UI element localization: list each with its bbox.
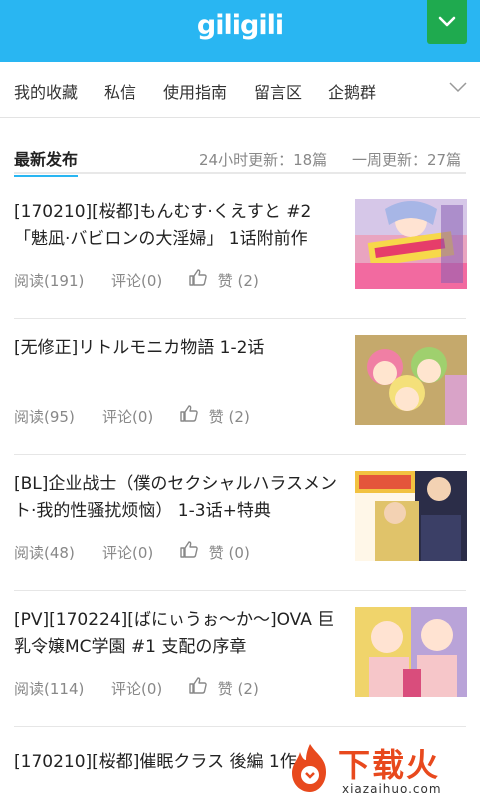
- watermark-url: xiazaihuo.com: [342, 782, 442, 796]
- post-title[interactable]: [无修正]リトルモニカ物語 1-2话: [14, 335, 344, 391]
- comment-count[interactable]: 评论(0): [111, 270, 189, 291]
- read-count: 阅读(114): [14, 679, 85, 698]
- read-count: 阅读(191): [14, 271, 85, 290]
- watermark-text: 下载火: [338, 746, 441, 784]
- stat-24h: 24小时更新：18篇: [199, 151, 328, 169]
- like-count: 赞 (2): [217, 680, 259, 698]
- app-header: giligili: [0, 0, 480, 62]
- nav-item-guide[interactable]: 使用指南: [163, 79, 227, 103]
- stat-week: 一周更新：27篇: [352, 151, 462, 169]
- feed-tabs: 最新发布 24小时更新：18篇 一周更新：27篇: [14, 146, 466, 177]
- tab-latest[interactable]: 最新发布: [14, 146, 79, 177]
- nav-item-messages[interactable]: 私信: [104, 79, 136, 103]
- like-count: 赞 (0): [208, 544, 250, 562]
- like-button[interactable]: 赞 (2): [189, 269, 259, 291]
- list-item[interactable]: [BL]企业战士（僕のセクシャルハラスメント·我的性骚扰烦恼） 1-3话+特典 …: [14, 455, 467, 591]
- nav-item-favorites[interactable]: 我的收藏: [14, 79, 78, 103]
- comment-count[interactable]: 评论(0): [102, 542, 180, 563]
- chevron-down-icon: [438, 16, 456, 27]
- list-item[interactable]: [170210][桜都]もんむす·くえすと #2「魅凪·バビロンの大淫婦」 1话…: [14, 183, 467, 319]
- watermark: 下载火 xiazaihuo.com: [286, 738, 480, 800]
- nav-item-guestbook[interactable]: 留言区: [254, 79, 302, 103]
- post-list: [170210][桜都]もんむす·くえすと #2「魅凪·バビロンの大淫婦」 1话…: [14, 183, 467, 800]
- top-nav: 我的收藏 私信 使用指南 留言区 企鹅群: [0, 62, 480, 118]
- thumbs-up-icon: [189, 269, 207, 286]
- post-meta: 阅读(95) 评论(0) 赞 (2): [14, 405, 344, 427]
- comment-count[interactable]: 评论(0): [102, 406, 180, 427]
- thumbs-up-icon: [180, 405, 198, 422]
- post-thumbnail[interactable]: [355, 471, 467, 561]
- list-item[interactable]: [PV][170224][ばにぃうぉ〜か〜]OVA 巨乳令嬢MC学園 #1 支配…: [14, 591, 467, 727]
- post-title[interactable]: [PV][170224][ばにぃうぉ〜か〜]OVA 巨乳令嬢MC学園 #1 支配…: [14, 607, 344, 663]
- post-title[interactable]: [170210][桜都]催眠クラス 後編 1作: [14, 749, 314, 776]
- like-button[interactable]: 赞 (2): [180, 405, 250, 427]
- thumbs-up-icon: [189, 677, 207, 694]
- post-thumbnail[interactable]: [355, 607, 467, 697]
- like-button[interactable]: 赞 (2): [189, 677, 259, 699]
- read-count: 阅读(48): [14, 543, 75, 562]
- post-title[interactable]: [170210][桜都]もんむす·くえすと #2「魅凪·バビロンの大淫婦」 1话…: [14, 199, 344, 255]
- post-meta: 阅读(48) 评论(0) 赞 (0): [14, 541, 344, 563]
- thumbs-up-icon: [180, 541, 198, 558]
- post-title[interactable]: [BL]企业战士（僕のセクシャルハラスメント·我的性骚扰烦恼） 1-3话+特典: [14, 471, 344, 527]
- app-logo[interactable]: giligili: [0, 10, 480, 41]
- nav-item-qq-group[interactable]: 企鹅群: [328, 79, 376, 103]
- post-meta: 阅读(114) 评论(0) 赞 (2): [14, 677, 344, 699]
- list-item[interactable]: [无修正]リトルモニカ物語 1-2话 阅读(95) 评论(0) 赞 (2): [14, 319, 467, 455]
- comment-count[interactable]: 评论(0): [111, 678, 189, 699]
- menu-toggle-button[interactable]: [427, 0, 467, 44]
- post-thumbnail[interactable]: [355, 199, 467, 289]
- like-count: 赞 (2): [208, 408, 250, 426]
- read-count: 阅读(95): [14, 407, 75, 426]
- flame-logo-icon: [292, 744, 326, 792]
- chevron-down-icon[interactable]: [449, 82, 467, 93]
- post-meta: 阅读(191) 评论(0) 赞 (2): [14, 269, 344, 291]
- like-count: 赞 (2): [217, 272, 259, 290]
- post-thumbnail[interactable]: [355, 335, 467, 425]
- like-button[interactable]: 赞 (0): [180, 541, 250, 563]
